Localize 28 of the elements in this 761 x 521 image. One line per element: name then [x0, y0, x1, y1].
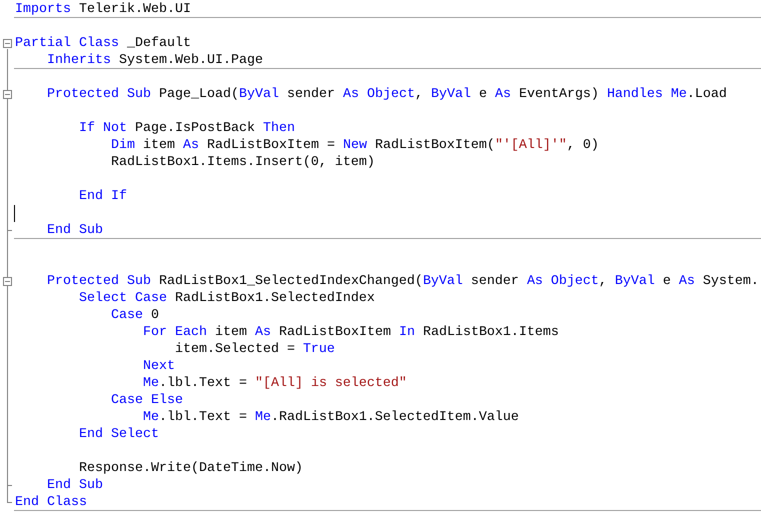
fold-toggle[interactable]	[3, 90, 12, 99]
code-line: End Sub	[46, 222, 103, 238]
code-line: For Each item As RadListBoxItem In RadListBox1.Items	[142, 324, 559, 340]
code-line: Imports Telerik.Web.UI	[15, 1, 191, 17]
code-line: End Select	[78, 426, 159, 442]
code-line: Select Case RadListBox1.SelectedIndex	[78, 290, 375, 306]
outline-tick	[7, 230, 12, 231]
fold-toggle[interactable]	[3, 277, 12, 286]
code-line: Me.lbl.Text = Me.RadListBox1.SelectedItem.Value	[142, 409, 519, 425]
code-line: End Sub	[46, 477, 103, 493]
fold-toggle[interactable]	[3, 39, 12, 48]
code-line: Case 0	[110, 307, 159, 323]
outline-tick	[7, 502, 12, 503]
code-line: If Not Page.IsPostBack Then	[78, 120, 295, 136]
outline-tick	[7, 485, 12, 486]
code-line: End Class	[15, 494, 87, 510]
code-line: Inherits System.Web.UI.Page	[46, 52, 263, 68]
code-line: Me.lbl.Text = "[All] is selected"	[142, 375, 407, 391]
code-line: Response.Write(DateTime.Now)	[78, 460, 303, 476]
code-line: End If	[78, 188, 127, 204]
code-line: Dim item As RadListBoxItem = New RadListBoxItem("'[All]'", 0)	[110, 137, 599, 153]
code-line: RadListBox1.Items.Insert(0, item)	[110, 154, 375, 170]
code-line: Case Else	[110, 392, 183, 408]
code-line: item.Selected = True	[174, 341, 335, 357]
code-line: Partial Class _Default	[15, 35, 191, 51]
code-line: Next	[142, 358, 175, 374]
code-line: Protected Sub Page_Load(ByVal sender As Object, ByVal e As EventArgs) Handles Me.Load	[46, 86, 727, 102]
code-line: Protected Sub RadListBox1_SelectedIndexChanged(ByVal sender As Object, ByVal e As System.	[46, 273, 759, 289]
